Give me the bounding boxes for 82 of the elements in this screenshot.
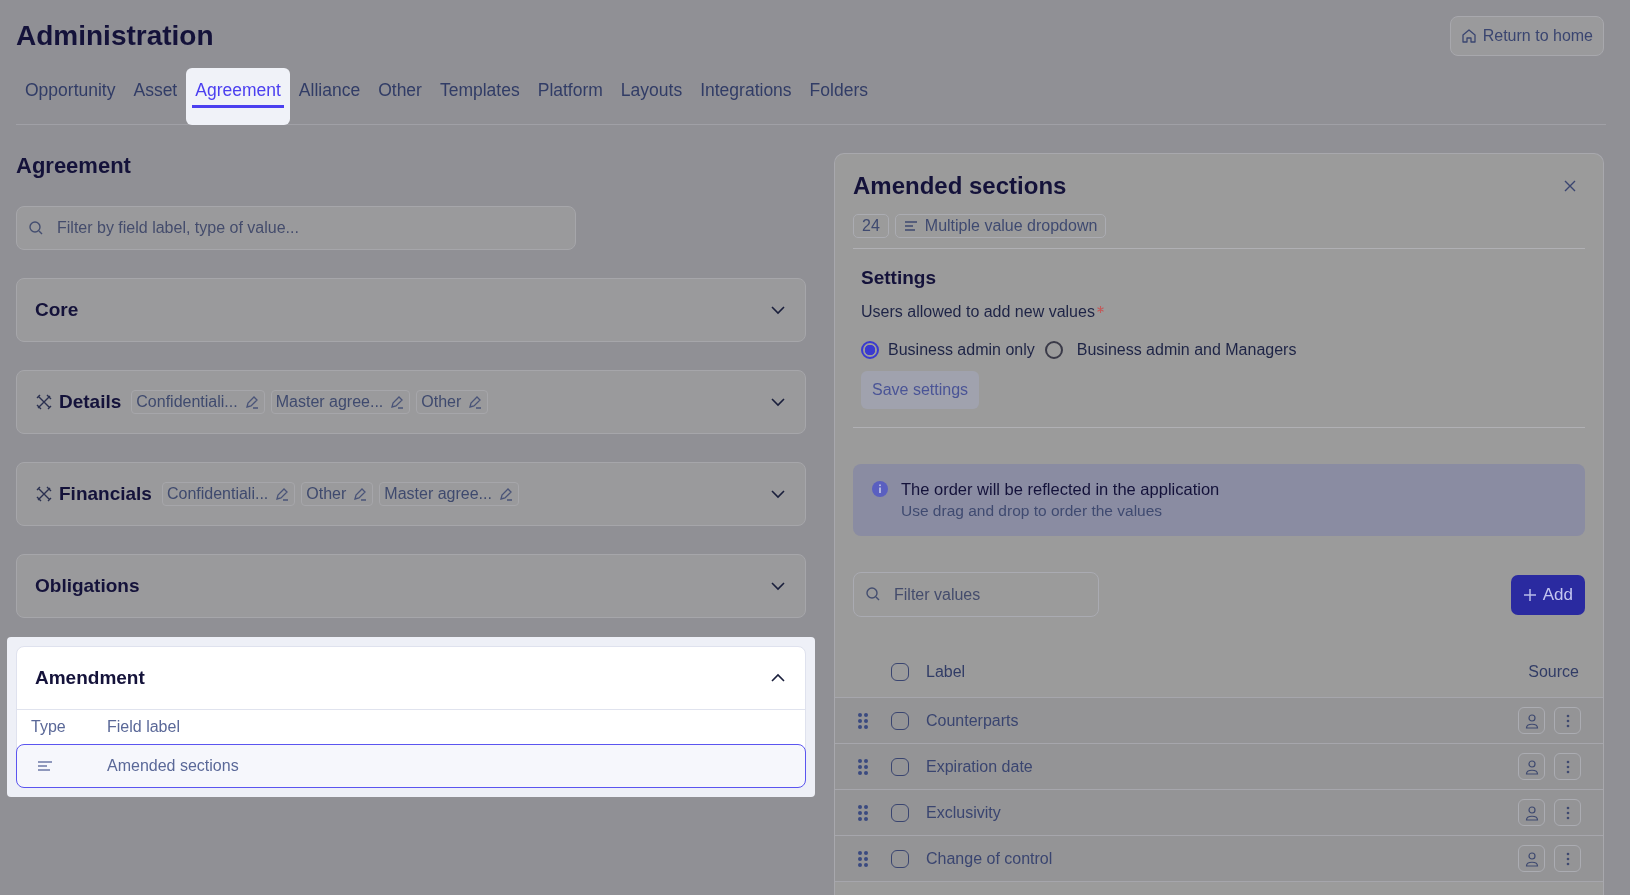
more-icon <box>1565 713 1570 728</box>
row-checkbox[interactable] <box>891 711 909 730</box>
value-label: Expiration date <box>926 757 1034 776</box>
edit-icon <box>497 486 514 502</box>
edit-icon <box>243 394 260 410</box>
search-icon <box>865 586 881 602</box>
column-header: Label <box>926 663 967 681</box>
settings-title: Settings <box>861 267 937 289</box>
column-header: Type <box>31 718 67 736</box>
tab[interactable]: Layouts <box>617 80 686 108</box>
radio-button[interactable] <box>861 341 879 359</box>
panel-title: Amended sections <box>853 172 1067 200</box>
user-icon <box>1524 712 1539 729</box>
drag-handle-icon[interactable] <box>857 849 869 868</box>
column-header: Field label <box>107 718 180 736</box>
edit-icon <box>352 486 369 502</box>
tag: Confidentiali... <box>131 390 265 414</box>
value-label: Change of control <box>926 849 1054 868</box>
tab[interactable]: Templates <box>436 80 523 108</box>
tag: Other <box>301 482 374 506</box>
more-icon <box>1565 851 1570 866</box>
user-button[interactable] <box>1518 753 1545 780</box>
row-checkbox[interactable] <box>891 849 909 868</box>
info-icon <box>871 480 889 498</box>
edit-icon <box>467 394 484 410</box>
info-text: Use drag and drop to order the values <box>901 502 1164 520</box>
edit-icon <box>389 394 406 410</box>
edit-icon <box>274 486 291 502</box>
type-badge: Multiple value dropdown <box>894 214 1107 238</box>
tools-icon <box>35 393 53 411</box>
row-checkbox[interactable] <box>891 757 909 776</box>
info-title: The order will be reflected in the application <box>901 480 1220 499</box>
plus-icon <box>1522 587 1537 602</box>
value-label: Counterparts <box>926 711 1020 730</box>
tab[interactable]: Opportunity <box>22 80 119 108</box>
radio-label: Business admin only <box>888 341 1035 359</box>
tag: Other <box>416 390 489 414</box>
list-icon <box>37 760 53 772</box>
drag-handle-icon[interactable] <box>857 711 869 730</box>
section-title: Details <box>59 391 122 413</box>
tab[interactable]: Platform <box>534 80 606 108</box>
user-button[interactable] <box>1518 707 1545 734</box>
user-icon <box>1524 850 1539 867</box>
section-title: Core <box>35 299 79 321</box>
column-header: Source <box>1528 663 1580 681</box>
return-home-button[interactable]: Return to home <box>1449 16 1604 56</box>
tab[interactable]: Asset <box>130 80 181 108</box>
tab[interactable]: Integrations <box>697 80 795 108</box>
row-checkbox[interactable] <box>891 803 909 822</box>
section-title: Obligations <box>35 575 140 597</box>
user-icon <box>1524 804 1539 821</box>
drag-handle-icon[interactable] <box>857 757 869 776</box>
user-button[interactable] <box>1518 845 1545 872</box>
filter-field[interactable]: Filter by field label, type of value... <box>16 206 576 250</box>
tab[interactable]: Alliance <box>295 80 364 108</box>
tools-icon <box>35 485 53 503</box>
user-icon <box>1524 758 1539 775</box>
tab[interactable]: Folders <box>806 80 871 108</box>
radio-label: Business admin and Managers <box>1076 341 1297 359</box>
add-button[interactable]: Add <box>1510 574 1585 615</box>
value-label: Exclusivity <box>926 803 1002 822</box>
list-icon <box>903 220 918 232</box>
section-title: Amendment <box>35 667 145 689</box>
drag-handle-icon[interactable] <box>857 803 869 822</box>
field-label: Users allowed to add new values <box>861 303 1095 321</box>
home-icon <box>1460 28 1477 44</box>
radio-button[interactable] <box>1044 341 1063 359</box>
more-icon <box>1565 759 1570 774</box>
more-icon <box>1565 805 1570 820</box>
tag: Confidentiali... <box>161 482 296 506</box>
search-icon <box>28 220 44 236</box>
section-title: Financials <box>59 483 152 505</box>
tab[interactable]: Other <box>375 80 425 108</box>
field-row[interactable]: Amended sections <box>16 744 806 788</box>
select-all-checkbox[interactable] <box>891 663 909 681</box>
filter-values-field[interactable]: Filter values <box>853 572 1099 617</box>
section-heading: Agreement <box>16 153 132 179</box>
tag: Master agree... <box>379 482 519 506</box>
count-badge: 24 <box>853 214 889 238</box>
user-button[interactable] <box>1518 799 1545 826</box>
page-title: Administration <box>16 20 214 52</box>
tag: Master agree... <box>270 390 411 414</box>
